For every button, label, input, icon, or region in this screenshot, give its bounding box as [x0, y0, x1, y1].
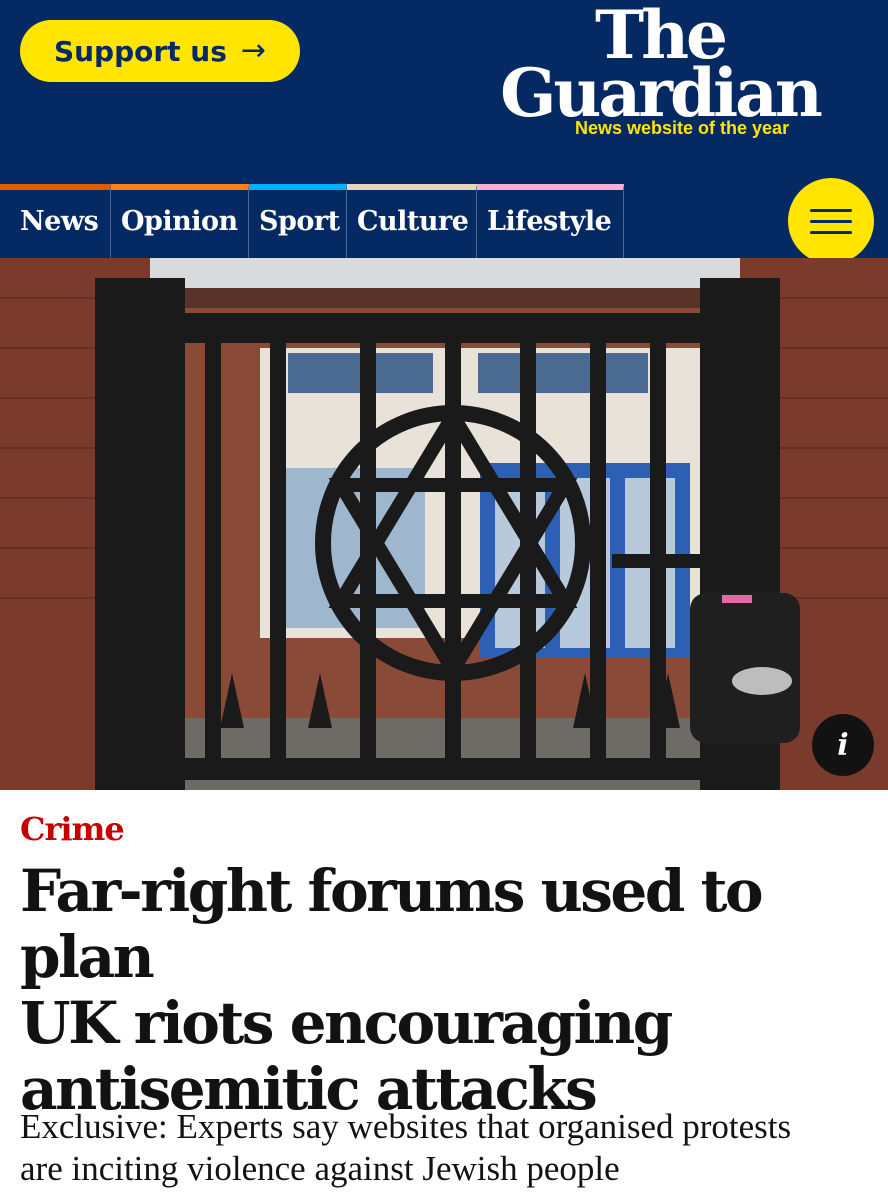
- menu-bar: [810, 230, 852, 234]
- arrow-right-icon: →: [240, 33, 267, 68]
- nav-item-opinion[interactable]: Opinion: [111, 184, 249, 258]
- menu-bar: [810, 219, 852, 223]
- primary-nav: News Opinion Sport Culture Lifestyle: [0, 184, 888, 258]
- support-us-label: Support us: [53, 34, 227, 68]
- logo-line-2: Guardian: [500, 54, 823, 133]
- tagline: News website of the year: [575, 118, 790, 138]
- nav-item-sport[interactable]: Sport: [249, 184, 347, 258]
- gate-photo-illustration: [0, 258, 888, 790]
- nav-item-culture[interactable]: Culture: [347, 184, 477, 258]
- info-icon[interactable]: i: [812, 714, 874, 776]
- support-us-button[interactable]: Support us →: [20, 20, 300, 82]
- masthead: Support us → The Guardian News website o…: [0, 0, 888, 184]
- standfirst-line-2: are inciting violence against Jewish peo…: [20, 1149, 620, 1188]
- article-standfirst: Exclusive: Experts say websites that org…: [20, 1106, 870, 1190]
- headline-line-1: Far-right forums used to plan: [20, 857, 764, 991]
- standfirst-line-1: Exclusive: Experts say websites that org…: [20, 1107, 792, 1146]
- hamburger-menu-icon[interactable]: [788, 178, 874, 264]
- nav-item-news[interactable]: News: [0, 184, 111, 258]
- headline-line-2: UK riots encouraging: [20, 989, 673, 1057]
- hero-image[interactable]: i: [0, 258, 888, 790]
- menu-bar: [810, 208, 852, 212]
- article-headline: Far-right forums used to plan UK riots e…: [20, 858, 870, 1122]
- section-kicker[interactable]: Crime: [20, 810, 125, 848]
- nav-item-lifestyle[interactable]: Lifestyle: [477, 184, 624, 258]
